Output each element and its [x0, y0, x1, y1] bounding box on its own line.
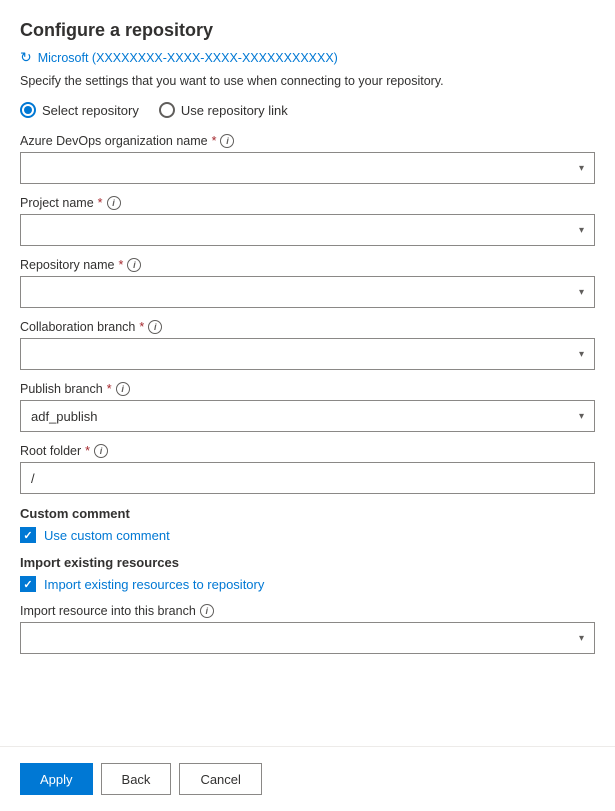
org-name-chevron: ▾	[579, 163, 584, 174]
collab-branch-chevron: ▾	[579, 349, 584, 360]
import-branch-chevron: ▾	[579, 633, 584, 644]
account-row: ↻ Microsoft (XXXXXXXX-XXXX-XXXX-XXXXXXXX…	[20, 49, 595, 66]
footer: Apply Back Cancel	[0, 747, 615, 811]
root-folder-field-group: Root folder * i	[20, 444, 595, 494]
import-resources-section-label: Import existing resources	[20, 555, 595, 570]
org-info-icon[interactable]: i	[220, 134, 234, 148]
collab-info-icon[interactable]: i	[148, 320, 162, 334]
publish-branch-dropdown[interactable]: adf_publish ▾	[20, 400, 595, 432]
import-resources-checkbox[interactable]: ✓	[20, 576, 36, 592]
import-resources-checkbox-row[interactable]: ✓ Import existing resources to repositor…	[20, 576, 595, 592]
use-custom-comment-checkbox-row[interactable]: ✓ Use custom comment	[20, 527, 595, 543]
project-required-star: *	[98, 196, 103, 210]
project-info-icon[interactable]: i	[107, 196, 121, 210]
root-folder-input[interactable]	[20, 462, 595, 494]
back-button[interactable]: Back	[101, 763, 172, 795]
org-name-field-group: Azure DevOps organization name * i ▾	[20, 134, 595, 184]
import-branch-field-group: Import resource into this branch i ▾	[20, 604, 595, 654]
repo-name-chevron: ▾	[579, 287, 584, 298]
repo-name-dropdown[interactable]: ▾	[20, 276, 595, 308]
import-branch-info-icon[interactable]: i	[200, 604, 214, 618]
project-name-chevron: ▾	[579, 225, 584, 236]
org-required-star: *	[212, 134, 217, 148]
org-name-dropdown[interactable]: ▾	[20, 152, 595, 184]
use-repository-link-label: Use repository link	[181, 103, 288, 118]
use-custom-comment-check-icon: ✓	[23, 529, 32, 542]
custom-comment-section: Custom comment ✓ Use custom comment	[20, 506, 595, 543]
repo-required-star: *	[119, 258, 124, 272]
use-repository-link-radio[interactable]	[159, 102, 175, 118]
publish-info-icon[interactable]: i	[116, 382, 130, 396]
project-name-field-group: Project name * i ▾	[20, 196, 595, 246]
collab-branch-field-group: Collaboration branch * i ▾	[20, 320, 595, 370]
root-folder-label: Root folder * i	[20, 444, 595, 458]
collab-branch-dropdown[interactable]: ▾	[20, 338, 595, 370]
description-text: Specify the settings that you want to us…	[20, 74, 595, 88]
account-label: Microsoft (XXXXXXXX-XXXX-XXXX-XXXXXXXXXX…	[38, 51, 338, 65]
page-title: Configure a repository	[20, 20, 595, 41]
publish-branch-label: Publish branch * i	[20, 382, 595, 396]
project-name-label: Project name * i	[20, 196, 595, 210]
root-required-star: *	[85, 444, 90, 458]
import-resources-label: Import existing resources to repository	[44, 577, 264, 592]
collab-required-star: *	[139, 320, 144, 334]
publish-branch-chevron: ▾	[579, 411, 584, 422]
root-info-icon[interactable]: i	[94, 444, 108, 458]
use-custom-comment-label: Use custom comment	[44, 528, 170, 543]
refresh-icon[interactable]: ↻	[20, 49, 32, 66]
repository-type-radio-group: Select repository Use repository link	[20, 102, 595, 118]
repo-name-label: Repository name * i	[20, 258, 595, 272]
publish-branch-value: adf_publish	[31, 409, 571, 424]
repo-name-field-group: Repository name * i ▾	[20, 258, 595, 308]
use-custom-comment-checkbox[interactable]: ✓	[20, 527, 36, 543]
select-repository-option[interactable]: Select repository	[20, 102, 139, 118]
publish-required-star: *	[107, 382, 112, 396]
org-name-label: Azure DevOps organization name * i	[20, 134, 595, 148]
use-repository-link-option[interactable]: Use repository link	[159, 102, 288, 118]
import-branch-dropdown[interactable]: ▾	[20, 622, 595, 654]
import-branch-label: Import resource into this branch i	[20, 604, 595, 618]
import-resources-section: Import existing resources ✓ Import exist…	[20, 555, 595, 592]
cancel-button[interactable]: Cancel	[179, 763, 261, 795]
apply-button[interactable]: Apply	[20, 763, 93, 795]
select-repository-label: Select repository	[42, 103, 139, 118]
project-name-dropdown[interactable]: ▾	[20, 214, 595, 246]
select-repository-radio[interactable]	[20, 102, 36, 118]
collab-branch-label: Collaboration branch * i	[20, 320, 595, 334]
repo-info-icon[interactable]: i	[127, 258, 141, 272]
import-resources-check-icon: ✓	[23, 578, 32, 591]
publish-branch-field-group: Publish branch * i adf_publish ▾	[20, 382, 595, 432]
custom-comment-section-label: Custom comment	[20, 506, 595, 521]
